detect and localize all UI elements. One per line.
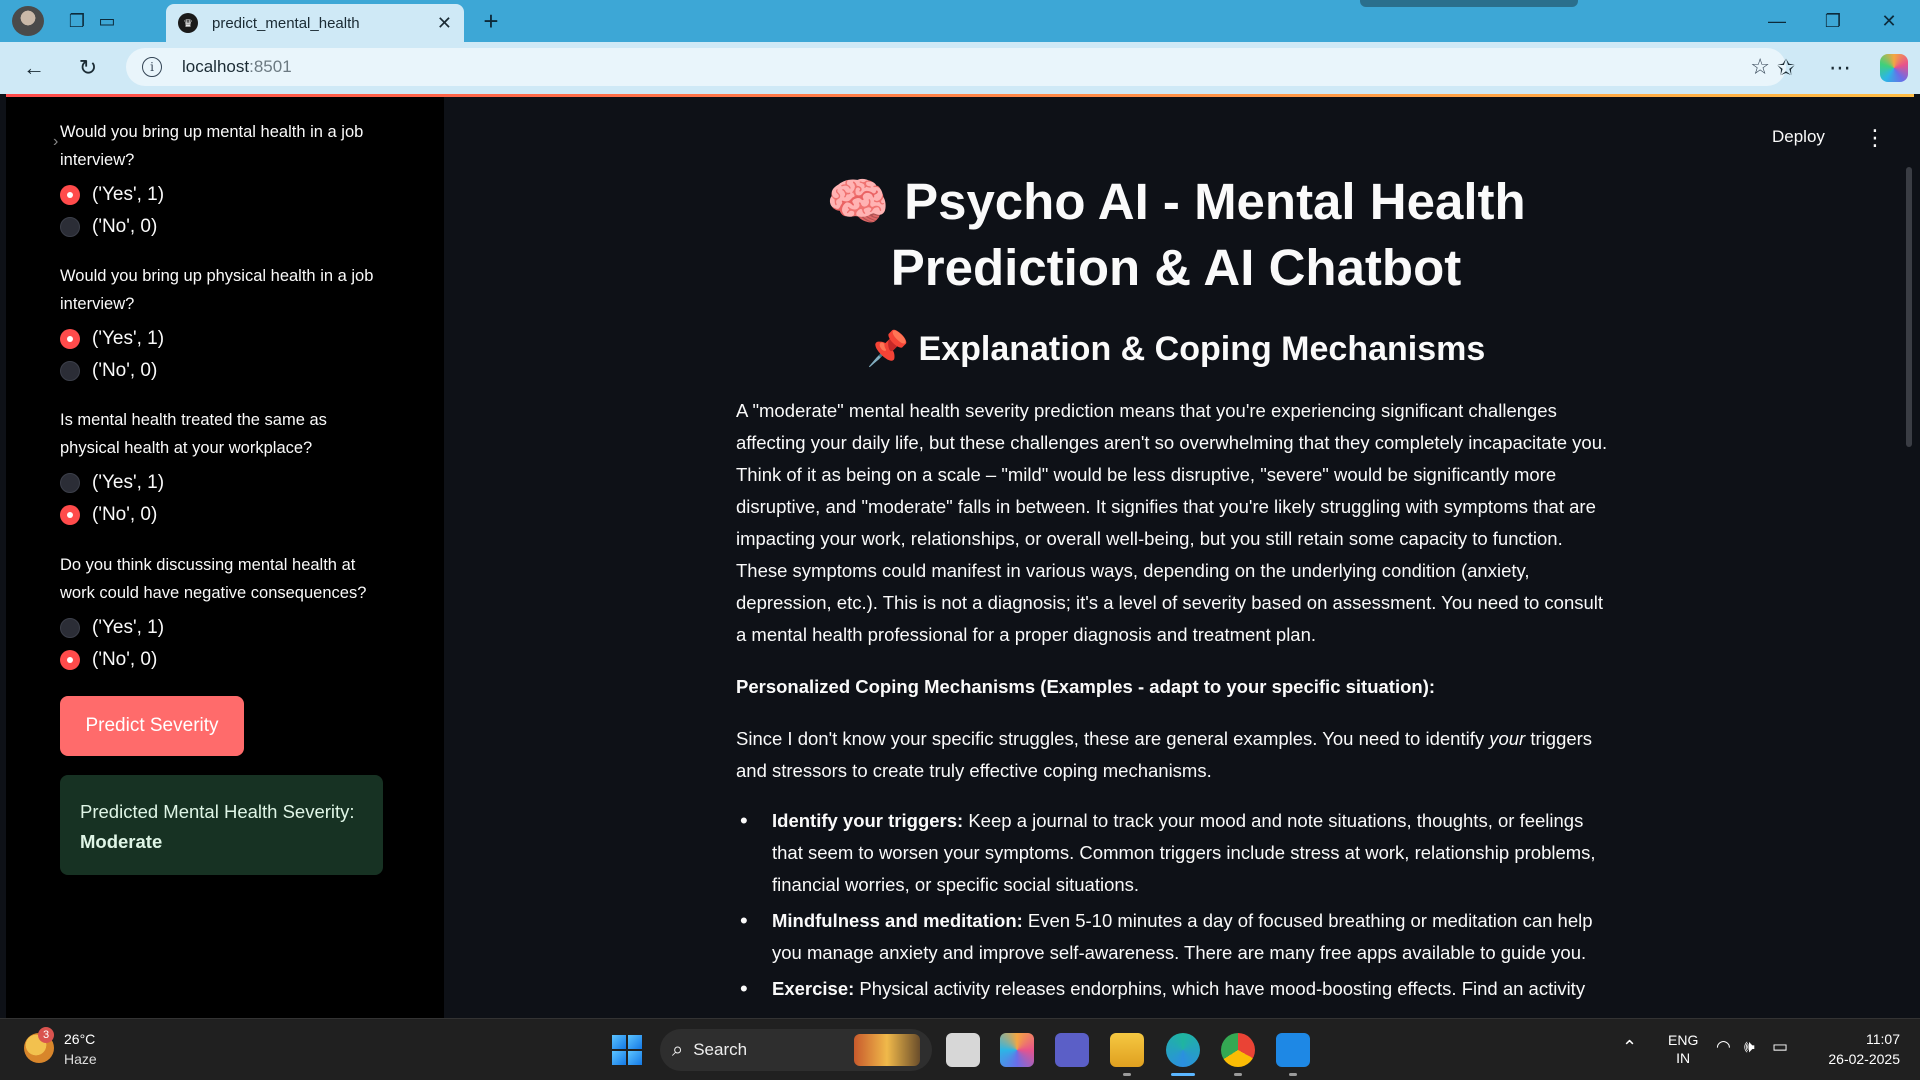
copilot-app-icon[interactable] — [1000, 1033, 1034, 1067]
radio-selected-icon[interactable] — [60, 650, 80, 670]
q3-option-no[interactable]: ('No', 0) — [60, 504, 157, 526]
streamlit-favicon-icon: ♛ — [178, 13, 198, 33]
back-icon[interactable]: ← — [18, 52, 50, 84]
q4-option-no[interactable]: ('No', 0) — [60, 649, 157, 671]
active-indicator — [1171, 1073, 1195, 1076]
copilot-icon-button[interactable] — [1878, 52, 1910, 84]
restore-icon[interactable]: ❐ — [1806, 6, 1860, 36]
tab-actions-icon[interactable]: ▭ — [94, 9, 120, 33]
language-indicator[interactable]: ENG IN — [1668, 1031, 1698, 1067]
browser-toolbar: ← ↻ i localhost:8501 ☆ ✩ ⋯ — [0, 42, 1920, 94]
page-title: 🧠 Psycho AI - Mental Health Prediction &… — [826, 173, 1526, 296]
clock-time[interactable]: 11:07 — [1838, 1031, 1900, 1047]
weather-description[interactable]: Haze — [64, 1051, 97, 1067]
radio-unselected-icon[interactable] — [60, 217, 80, 237]
wifi-icon[interactable]: ◠ — [1716, 1037, 1731, 1057]
start-button[interactable] — [612, 1035, 642, 1065]
more-options-icon[interactable]: ⋯ — [1824, 52, 1856, 84]
coping-heading: Personalized Coping Mechanisms (Examples… — [736, 676, 1436, 697]
search-highlight-image — [854, 1034, 920, 1066]
q1-option-no[interactable]: ('No', 0) — [60, 216, 157, 238]
favorite-star-icon[interactable]: ☆ — [1750, 54, 1770, 80]
taskbar-search[interactable]: ⌕ Search — [660, 1029, 932, 1071]
edge-icon[interactable] — [1166, 1033, 1200, 1067]
q1-option-yes[interactable]: ('Yes', 1) — [60, 184, 164, 206]
teams-icon[interactable] — [1055, 1033, 1089, 1067]
radio-selected-icon[interactable] — [60, 505, 80, 525]
q3-option-yes[interactable]: ('Yes', 1) — [60, 472, 164, 494]
list-item: Identify your triggers: Keep a journal t… — [736, 805, 1616, 901]
taskbar: 3 26°C Haze ⌕ Search ⌃ ENG IN ◠ 🕪 ▭ 11:07… — [0, 1018, 1920, 1080]
battery-icon[interactable]: ▭ — [1772, 1037, 1788, 1057]
chrome-icon[interactable] — [1221, 1033, 1255, 1067]
radio-unselected-icon[interactable] — [60, 473, 80, 493]
radio-unselected-icon[interactable] — [60, 618, 80, 638]
app-container: › Would you bring up mental health in a … — [6, 94, 1914, 1018]
browser-tab-bar: ❐ ▭ ♛ predict_mental_health ✕ + — ❐ ✕ — [0, 0, 1920, 42]
profile-avatar[interactable] — [12, 6, 44, 36]
tab-title: predict_mental_health — [212, 14, 360, 32]
radio-selected-icon[interactable] — [60, 329, 80, 349]
task-view-icon[interactable] — [946, 1033, 980, 1067]
running-indicator — [1289, 1073, 1297, 1076]
main-menu-icon[interactable]: ⋮ — [1864, 125, 1886, 151]
deploy-button[interactable]: Deploy — [1772, 127, 1825, 147]
search-icon: ⌕ — [672, 1038, 684, 1061]
refresh-icon[interactable]: ↻ — [72, 52, 104, 84]
favorites-icon[interactable]: ✩ — [1770, 52, 1802, 84]
browser-tab[interactable]: ♛ predict_mental_health ✕ — [166, 4, 464, 42]
copilot-icon — [1880, 54, 1908, 82]
question-1-label: Would you bring up mental health in a jo… — [60, 123, 364, 169]
sidebar: › Would you bring up mental health in a … — [6, 97, 444, 1018]
vscode-icon[interactable] — [1276, 1033, 1310, 1067]
pushpin-emoji-icon: 📌 — [866, 330, 910, 368]
site-info-icon[interactable]: i — [142, 57, 162, 77]
intro-paragraph: Since I don't know your specific struggl… — [736, 728, 1593, 781]
question-2-label: Would you bring up physical health in a … — [60, 267, 374, 313]
section-title: 📌 Explanation & Coping Mechanisms — [866, 330, 1486, 368]
url-text: localhost:8501 — [182, 57, 292, 76]
q4-option-yes[interactable]: ('Yes', 1) — [60, 617, 164, 639]
q2-option-yes[interactable]: ('Yes', 1) — [60, 328, 164, 350]
predict-severity-button[interactable]: Predict Severity — [60, 696, 244, 756]
result-value: Moderate — [80, 831, 163, 852]
clock-date[interactable]: 26-02-2025 — [1808, 1051, 1900, 1067]
radio-unselected-icon[interactable] — [60, 361, 80, 381]
weather-badge: 3 — [38, 1027, 54, 1043]
sidebar-collapse-icon[interactable]: › — [53, 133, 58, 151]
list-item: Exercise: Physical activity releases end… — [736, 973, 1616, 1005]
radio-selected-icon[interactable] — [60, 185, 80, 205]
volume-icon[interactable]: 🕪 — [1744, 1037, 1755, 1057]
question-4-label: Do you think discussing mental health at… — [60, 556, 367, 602]
window-drag-handle[interactable] — [1360, 0, 1578, 7]
result-label: Predicted Mental Health Severity: — [80, 801, 355, 822]
running-indicator — [1234, 1073, 1242, 1076]
file-explorer-icon[interactable] — [1110, 1033, 1144, 1067]
brain-emoji-icon: 🧠 — [826, 173, 890, 230]
question-3-label: Is mental health treated the same as phy… — [60, 411, 327, 457]
address-bar[interactable]: i localhost:8501 ☆ — [126, 48, 1786, 86]
explanation-paragraph: A "moderate" mental health severity pred… — [736, 400, 1608, 645]
q2-option-no[interactable]: ('No', 0) — [60, 360, 157, 382]
search-label: Search — [693, 1040, 748, 1059]
workspaces-icon[interactable]: ❐ — [64, 9, 90, 33]
minimize-icon[interactable]: — — [1750, 6, 1804, 36]
chevron-up-icon[interactable]: ⌃ — [1622, 1037, 1637, 1058]
close-window-icon[interactable]: ✕ — [1862, 6, 1916, 36]
new-tab-icon[interactable]: + — [478, 6, 504, 36]
weather-temperature[interactable]: 26°C — [64, 1031, 95, 1047]
close-tab-icon[interactable]: ✕ — [437, 13, 452, 34]
coping-list: Identify your triggers: Keep a journal t… — [736, 805, 1616, 1005]
running-indicator — [1123, 1073, 1131, 1076]
list-item: Mindfulness and meditation: Even 5-10 mi… — [736, 905, 1616, 969]
prediction-result-box: Predicted Mental Health Severity: Modera… — [60, 775, 383, 875]
page-scrollbar[interactable] — [1906, 167, 1912, 447]
